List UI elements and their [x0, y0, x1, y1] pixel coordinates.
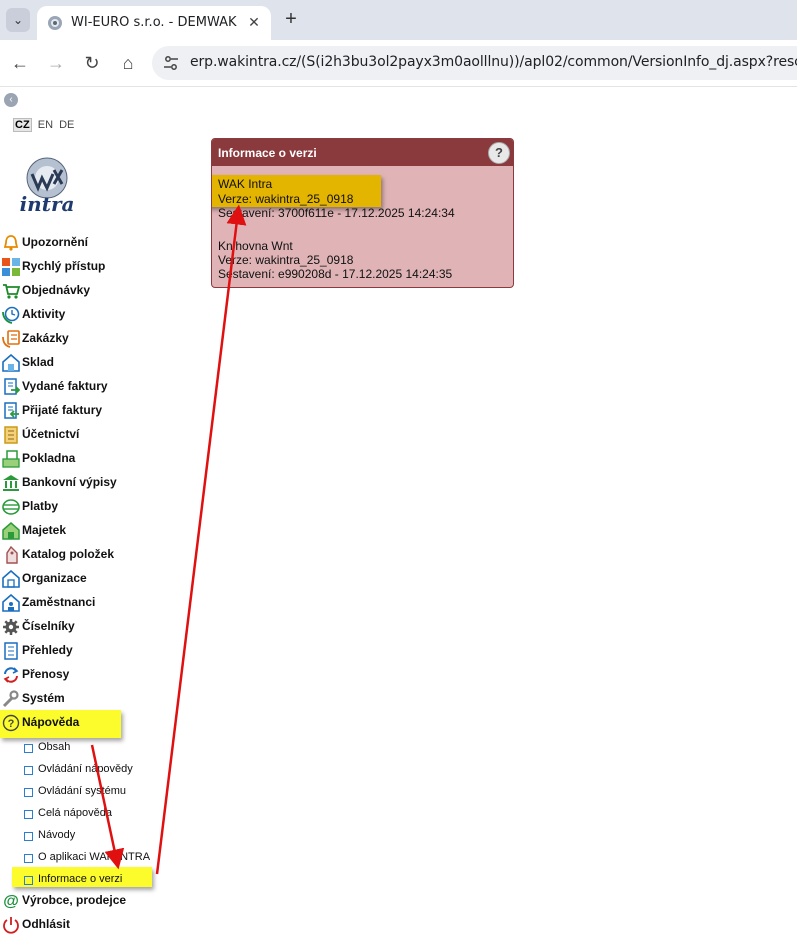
organization-icon	[2, 570, 20, 588]
submenu-item-obsah[interactable]: Obsah	[0, 738, 160, 758]
payments-icon	[2, 499, 20, 515]
arrow-to-panel	[155, 204, 247, 875]
tab-search-button[interactable]: ⌄	[6, 8, 30, 32]
panel-header: Informace o verzi ?	[212, 139, 513, 166]
transfer-icon	[3, 667, 19, 683]
bullet-icon	[24, 810, 33, 819]
menu-item-odhlasit[interactable]: Odhlásit	[0, 914, 160, 936]
menu-item-prijate-faktury[interactable]: Přijaté faktury	[0, 400, 160, 422]
menu-item-upozorneni[interactable]: Upozornění	[0, 232, 160, 254]
address-bar[interactable]: erp.wakintra.cz/(S(i2h3bu3ol2payx3m0aoll…	[152, 46, 797, 80]
new-tab-button[interactable]: +	[280, 8, 302, 30]
lang-en[interactable]: EN	[38, 119, 53, 131]
menu-item-ciselniky[interactable]: Číselníky	[0, 616, 160, 638]
bank-icon	[3, 475, 19, 491]
wak-version: Verze: wakintra_25_0918	[218, 192, 354, 206]
version-info-panel: Informace o verzi ? WAK Intra Verze: wak…	[211, 138, 514, 288]
menu-item-zamestnanci[interactable]: Zaměstnanci	[0, 592, 160, 614]
lang-de[interactable]: DE	[59, 119, 74, 131]
submenu-item-cela-napoveda[interactable]: Celá nápověda	[0, 804, 160, 824]
svg-text:@: @	[3, 893, 19, 910]
cash-icon	[2, 450, 20, 468]
menu-item-platby[interactable]: Platby	[0, 496, 160, 518]
menu-item-organizace[interactable]: Organizace	[0, 568, 160, 590]
collapse-sidebar-icon[interactable]: ‹	[4, 93, 18, 107]
submenu-item-informace-o-verzi[interactable]: Informace o verzi	[0, 870, 160, 890]
cart-icon	[3, 284, 20, 299]
forward-icon[interactable]: →	[44, 51, 68, 75]
tag-icon	[6, 546, 18, 564]
bullet-icon	[24, 766, 33, 775]
wak-build: Sestavení: 3700f611e - 17.12.2025 14:24:…	[218, 206, 455, 220]
menu-item-pokladna[interactable]: Pokladna	[0, 448, 160, 470]
invoice-in-icon	[4, 402, 19, 419]
menu-item-sklad[interactable]: Sklad	[0, 352, 160, 374]
tab-close-icon[interactable]: ✕	[245, 13, 263, 31]
submenu-item-ovladani-napovedy[interactable]: Ovládání nápovědy	[0, 760, 160, 780]
report-icon	[4, 642, 18, 660]
menu-item-katalog-polozek[interactable]: Katalog položek	[0, 544, 160, 566]
tiles-icon	[2, 258, 20, 276]
wrench-icon	[2, 690, 19, 708]
bullet-icon	[24, 876, 33, 885]
browser-tab[interactable]: WI-EURO s.r.o. - DEMWAK - Info ✕	[37, 6, 271, 40]
orders-icon	[2, 330, 20, 348]
menu-item-objednavky[interactable]: Objednávky	[0, 280, 160, 302]
bullet-icon	[24, 744, 33, 753]
submenu-item-navody[interactable]: Návody	[0, 826, 160, 846]
help-button[interactable]: ?	[488, 142, 510, 164]
url-text: erp.wakintra.cz/(S(i2h3bu3ol2payx3m0aoll…	[190, 54, 797, 70]
help-circle-icon: ?	[2, 714, 20, 732]
property-icon	[2, 522, 20, 540]
menu-item-bankovni-vypisy[interactable]: Bankovní výpisy	[0, 472, 160, 494]
lib-build: Sestavení: e990208d - 17.12.2025 14:24:3…	[218, 267, 453, 281]
employee-icon	[2, 594, 20, 612]
menu-item-majetek[interactable]: Majetek	[0, 520, 160, 542]
menu-item-vyrobce-prodejce[interactable]: @ Výrobce, prodejce	[0, 890, 160, 912]
at-icon: @	[3, 893, 19, 910]
submenu-item-o-aplikaci[interactable]: O aplikaci WAK INTRA	[0, 848, 160, 868]
lib-name: Knihovna Wnt	[218, 239, 293, 253]
back-icon[interactable]: ←	[8, 51, 32, 75]
wak-favicon-icon	[48, 16, 62, 30]
bullet-icon	[24, 788, 33, 797]
browser-toolbar: ← → ↻ ⌂ erp.wakintra.cz/(S(i2h3bu3ol2pay…	[0, 40, 797, 87]
invoice-out-icon	[4, 378, 20, 395]
bullet-icon	[24, 832, 33, 841]
power-icon	[3, 917, 19, 934]
bell-icon	[3, 235, 19, 251]
svg-text:intra: intra	[20, 192, 75, 216]
home-icon[interactable]: ⌂	[116, 51, 140, 75]
menu-item-zakazky[interactable]: Zakázky	[0, 328, 160, 350]
menu-item-system[interactable]: Systém	[0, 688, 160, 710]
reload-icon[interactable]: ↻	[80, 51, 104, 75]
lang-cz[interactable]: CZ	[13, 118, 32, 132]
menu-item-vydane-faktury[interactable]: Vydané faktury	[0, 376, 160, 398]
menu-item-prenosy[interactable]: Přenosy	[0, 664, 160, 686]
browser-tab-bar: ⌄ WI-EURO s.r.o. - DEMWAK - Info ✕ +	[0, 0, 797, 40]
bullet-icon	[24, 854, 33, 863]
wak-name: WAK Intra	[218, 177, 273, 191]
submenu-item-ovladani-systemu[interactable]: Ovládání systému	[0, 782, 160, 802]
menu-item-ucetnictvi[interactable]: Účetnictví	[0, 424, 160, 446]
svg-text:?: ?	[8, 718, 15, 730]
clock-phone-icon	[2, 306, 20, 324]
tab-title: WI-EURO s.r.o. - DEMWAK - Info	[71, 15, 241, 30]
site-settings-icon[interactable]	[162, 54, 180, 72]
gear-icon	[3, 619, 19, 635]
menu-item-rychly-pristup[interactable]: Rychlý přístup	[0, 256, 160, 278]
wak-intra-logo: intra	[20, 157, 75, 216]
ledger-icon	[4, 426, 18, 444]
lib-version: Verze: wakintra_25_0918	[218, 253, 354, 267]
menu-item-prehledy[interactable]: Přehledy	[0, 640, 160, 662]
language-switcher: CZ EN DE	[13, 118, 77, 132]
menu-item-aktivity[interactable]: Aktivity	[0, 304, 160, 326]
menu-item-napoveda[interactable]: ? Nápověda	[0, 712, 160, 734]
warehouse-icon	[2, 354, 20, 372]
panel-title: Informace o verzi	[218, 146, 317, 160]
